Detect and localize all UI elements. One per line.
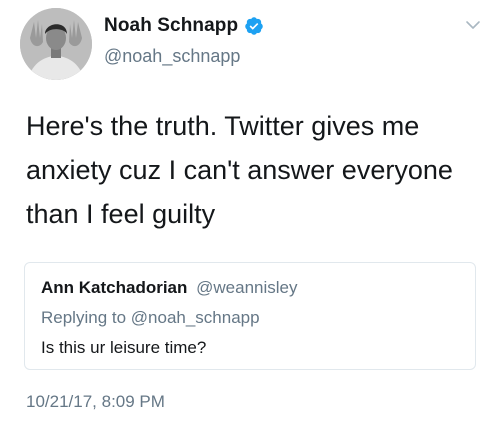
tweet-card: Noah Schnapp @noah_schnapp Here's the tr… xyxy=(0,0,500,424)
avatar-photo xyxy=(20,8,92,80)
quoted-author-handle: @weannisley xyxy=(196,278,298,297)
quoted-tweet-header: Ann Katchadorian @weannisley xyxy=(41,277,459,299)
chevron-down-icon[interactable] xyxy=(464,16,482,34)
quoted-tweet[interactable]: Ann Katchadorian @weannisley Replying to… xyxy=(24,262,476,370)
quoted-author-name: Ann Katchadorian xyxy=(41,278,188,297)
display-name[interactable]: Noah Schnapp xyxy=(104,15,238,37)
handle[interactable]: @noah_schnapp xyxy=(104,46,264,67)
timestamp[interactable]: 10/21/17, 8:09 PM xyxy=(26,392,165,412)
display-name-row: Noah Schnapp xyxy=(104,14,264,38)
avatar[interactable] xyxy=(20,8,92,80)
author-block: Noah Schnapp @noah_schnapp xyxy=(104,14,264,67)
replying-to-label: Replying to @noah_schnapp xyxy=(41,308,260,327)
quoted-tweet-text: Is this ur leisure time? xyxy=(41,338,207,357)
tweet-text: Here's the truth. Twitter gives me anxie… xyxy=(26,111,453,229)
verified-badge-icon xyxy=(244,16,264,36)
